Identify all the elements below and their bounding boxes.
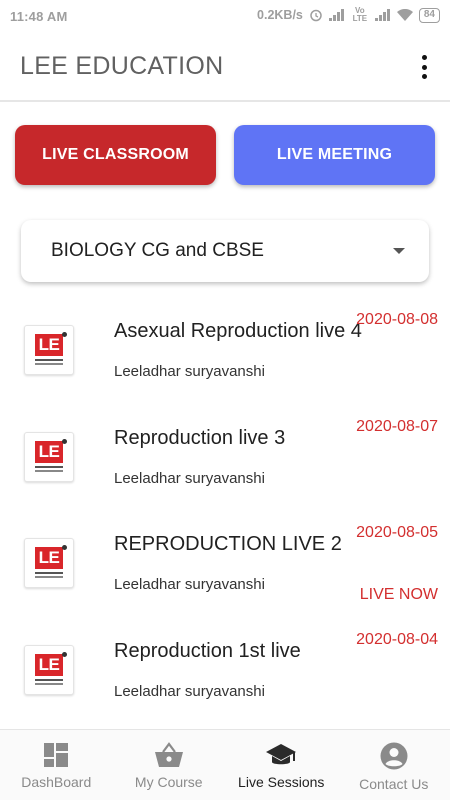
bottom-navigation: DashBoard My Course Live Sessions Contac… bbox=[0, 729, 450, 800]
basket-icon bbox=[154, 742, 184, 774]
session-author: Leeladhar suryavanshi bbox=[114, 682, 265, 700]
nav-live-sessions-label: Live Sessions bbox=[238, 774, 325, 790]
app-title: LEE EDUCATION bbox=[20, 52, 224, 80]
overflow-menu-icon[interactable] bbox=[412, 52, 436, 82]
nav-live-sessions[interactable]: Live Sessions bbox=[225, 730, 338, 800]
signal-icon-2 bbox=[374, 9, 391, 21]
account-circle-icon bbox=[380, 742, 408, 776]
live-meeting-button[interactable]: LIVE MEETING bbox=[234, 125, 435, 185]
session-live-badge[interactable]: LIVE NOW bbox=[360, 586, 438, 604]
dropdown-arrow-icon bbox=[393, 248, 405, 254]
nav-my-course-label: My Course bbox=[134, 774, 203, 790]
status-icons: 0.2KB/s Vo LTE 84 bbox=[257, 7, 440, 23]
session-title: REPRODUCTION LIVE 2 bbox=[114, 533, 342, 555]
lee-education-logo: LE bbox=[24, 431, 74, 482]
app-bar: LEE EDUCATION bbox=[0, 32, 450, 102]
session-author: Leeladhar suryavanshi bbox=[114, 363, 265, 380]
course-select[interactable]: BIOLOGY CG and CBSE bbox=[21, 220, 429, 282]
nav-dashboard-label: DashBoard bbox=[21, 774, 92, 790]
session-author: Leeladhar suryavanshi bbox=[114, 469, 265, 487]
alarm-icon bbox=[309, 8, 323, 22]
graduation-cap-icon bbox=[265, 742, 297, 774]
session-title: Reproduction 1st live bbox=[114, 639, 301, 662]
session-item[interactable]: LE Asexual Reproduction live 4 Leeladhar… bbox=[0, 300, 450, 407]
lee-education-logo: LE bbox=[24, 538, 74, 588]
session-list: LE Asexual Reproduction live 4 Leeladhar… bbox=[0, 300, 450, 726]
lee-education-logo: LE bbox=[24, 325, 74, 375]
session-date: 2020-08-04 bbox=[356, 630, 438, 648]
volte-icon: Vo LTE bbox=[352, 6, 368, 23]
session-date: 2020-08-07 bbox=[356, 417, 438, 435]
wifi-icon bbox=[396, 9, 413, 21]
live-classroom-button[interactable]: LIVE CLASSROOM bbox=[15, 125, 216, 185]
dashboard-icon bbox=[43, 742, 69, 774]
nav-contact-us[interactable]: Contact Us bbox=[338, 730, 450, 800]
session-title: Asexual Reproduction live 4 bbox=[114, 320, 362, 342]
course-select-value: BIOLOGY CG and CBSE bbox=[51, 240, 264, 261]
session-author: Leeladhar suryavanshi bbox=[114, 576, 265, 593]
session-title: Reproduction live 3 bbox=[114, 426, 286, 449]
signal-icon bbox=[328, 9, 345, 21]
status-time: 11:48 AM bbox=[10, 9, 68, 24]
session-date: 2020-08-05 bbox=[356, 524, 438, 541]
network-speed: 0.2KB/s bbox=[257, 8, 303, 22]
session-item[interactable]: LE Reproduction 1st live Leeladhar surya… bbox=[0, 620, 450, 727]
status-bar: 11:48 AM 0.2KB/s Vo LTE 84 bbox=[0, 0, 450, 32]
session-date: 2020-08-08 bbox=[356, 311, 438, 328]
battery-icon: 84 bbox=[418, 7, 440, 23]
lee-education-logo: LE bbox=[24, 644, 74, 695]
session-item[interactable]: LE Reproduction live 3 Leeladhar suryava… bbox=[0, 407, 450, 514]
nav-dashboard[interactable]: DashBoard bbox=[0, 730, 113, 800]
nav-my-course[interactable]: My Course bbox=[113, 730, 226, 800]
nav-contact-us-label: Contact Us bbox=[359, 776, 429, 792]
session-item[interactable]: LE REPRODUCTION LIVE 2 Leeladhar suryava… bbox=[0, 513, 450, 620]
